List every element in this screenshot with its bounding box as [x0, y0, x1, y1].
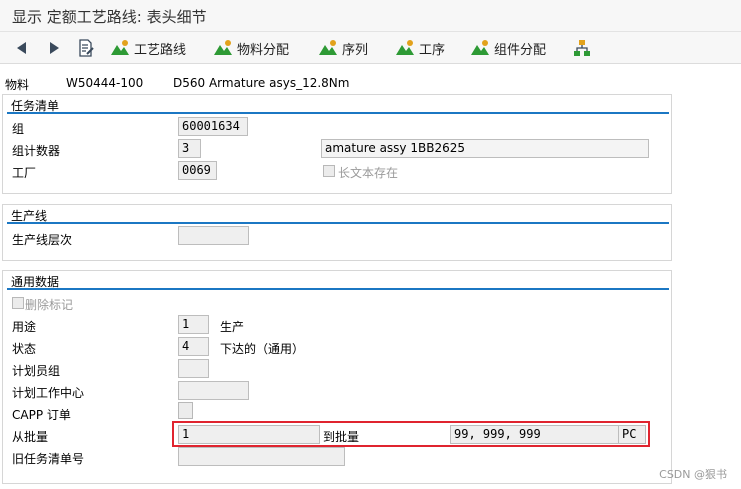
sequence-button[interactable]: 序列 — [318, 32, 368, 64]
group-label: 组 — [12, 122, 25, 136]
toolbar: 工艺路线 物料分配 序列 工序 组件分配 — [0, 32, 741, 64]
mountain-icon — [214, 40, 232, 55]
long-text-label: 长文本存在 — [338, 166, 399, 180]
plant-field[interactable]: 0069 — [178, 161, 217, 180]
hierarchy-button[interactable] — [573, 32, 591, 64]
planner-group-label: 计划员组 — [12, 364, 61, 378]
operation-button[interactable]: 工序 — [395, 32, 445, 64]
section-divider — [7, 222, 669, 224]
routing-button[interactable]: 工艺路线 — [110, 32, 186, 64]
hierarchy-icon — [574, 40, 590, 56]
arrow-right-icon — [50, 42, 59, 54]
counter-description-field[interactable]: amature assy 1BB2625 — [321, 139, 649, 158]
planner-group-field[interactable] — [178, 359, 209, 378]
usage-label: 用途 — [12, 320, 37, 334]
usage-field[interactable]: 1 — [178, 315, 209, 334]
delete-flag-checkbox[interactable] — [12, 297, 24, 309]
plant-label: 工厂 — [12, 166, 37, 180]
routing-label: 工艺路线 — [134, 42, 187, 58]
component-assignment-button[interactable]: 组件分配 — [470, 32, 546, 64]
component-assignment-label: 组件分配 — [494, 42, 547, 58]
line-hierarchy-field[interactable] — [178, 226, 249, 245]
arrow-left-icon — [17, 42, 26, 54]
counter-field[interactable]: 3 — [178, 139, 201, 158]
mountain-icon — [111, 40, 129, 55]
sequence-label: 序列 — [342, 42, 369, 58]
watermark: CSDN @狠书 — [659, 468, 727, 481]
long-text-checkbox[interactable] — [323, 165, 335, 177]
highlight-box — [172, 421, 650, 447]
material-assignment-label: 物料分配 — [237, 42, 290, 58]
capp-order-checkbox[interactable] — [178, 402, 193, 419]
mountain-icon — [319, 40, 337, 55]
document-edit-icon — [79, 39, 94, 57]
old-task-list-label: 旧任务清单号 — [12, 452, 85, 466]
section-divider — [7, 288, 669, 290]
status-label: 状态 — [12, 342, 37, 356]
production-line-group: 生产线 — [2, 204, 672, 261]
line-hierarchy-label: 生产线层次 — [12, 233, 73, 247]
material-label: 物料 — [5, 78, 30, 92]
material-description: D560 Armature asys_12.8Nm — [173, 76, 350, 90]
group-field[interactable]: 60001634 — [178, 117, 248, 136]
counter-label: 组计数器 — [12, 144, 61, 158]
material-assignment-button[interactable]: 物料分配 — [213, 32, 289, 64]
title-bar: 显示 定额工艺路线: 表头细节 — [0, 0, 741, 32]
mountain-icon — [471, 40, 489, 55]
delete-flag-label: 删除标记 — [25, 298, 74, 312]
mountain-icon — [396, 40, 414, 55]
old-task-list-field[interactable] — [178, 447, 345, 466]
work-center-field[interactable] — [178, 381, 249, 400]
window-title: 显示 定额工艺路线: 表头细节 — [12, 8, 207, 26]
from-lot-label: 从批量 — [12, 430, 49, 444]
material-number: W50444-100 — [66, 76, 144, 90]
section-divider — [7, 112, 669, 114]
usage-description: 生产 — [220, 320, 245, 334]
operation-label: 工序 — [419, 42, 446, 58]
back-button[interactable] — [14, 32, 30, 64]
status-field[interactable]: 4 — [178, 337, 209, 356]
document-button[interactable] — [77, 32, 95, 64]
status-description: 下达的（通用） — [220, 342, 305, 356]
forward-button[interactable] — [46, 32, 62, 64]
work-center-label: 计划工作中心 — [12, 386, 85, 400]
capp-order-label: CAPP 订单 — [12, 408, 71, 422]
